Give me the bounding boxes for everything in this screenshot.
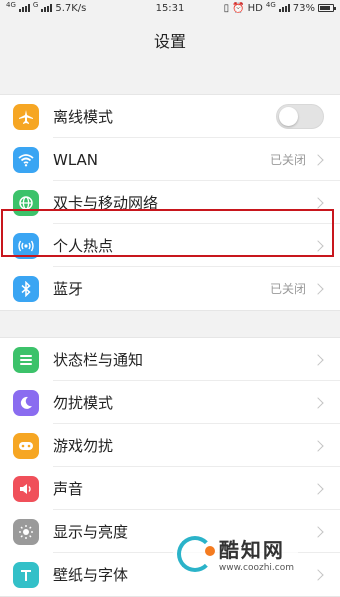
setting-value: 已关闭 — [269, 153, 306, 167]
setting-label: 双卡与移动网络 — [53, 194, 159, 212]
setting-label: 个人热点 — [53, 237, 114, 255]
status-bar: 4G G 5.7K/s 15:31 ▯ ⏰ HD 4G 73% — [0, 0, 340, 16]
watermark: 酷知网 www.coozhi.com — [172, 532, 298, 575]
setting-label: 游戏勿扰 — [53, 437, 114, 455]
chevron-right-icon — [312, 239, 324, 252]
game-icon — [13, 432, 39, 459]
chevron-right-icon — [312, 153, 324, 166]
network-type-2: G — [32, 1, 39, 9]
status-right: ▯ ⏰ HD 4G 73% — [223, 1, 336, 14]
setting-label: 声音 — [53, 480, 84, 498]
setting-game-do-not-disturb[interactable]: 游戏勿扰 — [0, 424, 340, 467]
vibrate-icon: ▯ — [223, 2, 230, 14]
setting-label: 勿扰模式 — [53, 394, 114, 412]
globe-icon — [13, 189, 39, 216]
signal-icon-2 — [41, 4, 53, 12]
font-icon — [13, 561, 39, 588]
chevron-right-icon — [312, 439, 324, 452]
alarm-icon: ⏰ — [232, 2, 245, 14]
status-left: 4G G 5.7K/s — [6, 1, 87, 14]
chevron-right-icon — [312, 282, 324, 295]
setting-do-not-disturb[interactable]: 勿扰模式 — [0, 381, 340, 424]
setting-wlan[interactable]: WLAN 已关闭 — [0, 138, 340, 181]
watermark-name: 酷知网 — [218, 538, 285, 562]
chevron-right-icon — [312, 196, 324, 209]
chevron-right-icon — [312, 568, 324, 581]
page-title: 设置 — [153, 32, 186, 51]
airplane-icon — [13, 103, 39, 130]
toggle-knob — [279, 107, 298, 126]
chevron-right-icon — [312, 525, 324, 538]
bluetooth-icon — [13, 275, 39, 302]
signal-icon-3 — [278, 4, 290, 12]
nav-bar: 设置 — [0, 16, 340, 64]
network-type-1: 4G — [6, 1, 16, 9]
coozhi-logo-icon — [176, 535, 215, 572]
chevron-right-icon — [312, 482, 324, 495]
notification-icon — [13, 346, 39, 373]
setting-value: 已关闭 — [269, 282, 306, 296]
settings-group-connectivity: 离线模式 WLAN 已关闭 双卡与移动网络 个人热点 蓝牙 已关闭 — [0, 94, 340, 311]
brightness-icon — [13, 518, 39, 545]
signal-icon-1 — [18, 4, 30, 12]
hotspot-icon — [13, 232, 39, 259]
setting-dual-sim[interactable]: 双卡与移动网络 — [0, 181, 340, 224]
airplane-mode-toggle[interactable] — [276, 104, 324, 129]
chevron-right-icon — [312, 396, 324, 409]
setting-bluetooth[interactable]: 蓝牙 已关闭 — [0, 267, 340, 310]
network-speed: 5.7K/s — [55, 2, 87, 14]
setting-label: WLAN — [53, 150, 99, 169]
watermark-text: 酷知网 www.coozhi.com — [219, 534, 294, 573]
network-type-3: 4G — [265, 1, 276, 9]
watermark-url: www.coozhi.com — [218, 563, 294, 573]
hd-label: HD — [247, 2, 263, 14]
setting-personal-hotspot[interactable]: 个人热点 — [0, 224, 340, 267]
setting-sound[interactable]: 声音 — [0, 467, 340, 510]
wifi-icon — [13, 146, 39, 173]
setting-airplane-mode[interactable]: 离线模式 — [0, 95, 340, 138]
moon-icon — [13, 389, 39, 416]
battery-icon — [318, 4, 336, 12]
speaker-icon — [13, 475, 39, 502]
setting-label: 蓝牙 — [53, 280, 84, 298]
battery-percent: 73% — [292, 2, 315, 14]
setting-status-bar-notifications[interactable]: 状态栏与通知 — [0, 338, 340, 381]
setting-label: 状态栏与通知 — [53, 351, 144, 369]
setting-label: 离线模式 — [53, 108, 114, 126]
chevron-right-icon — [312, 353, 324, 366]
